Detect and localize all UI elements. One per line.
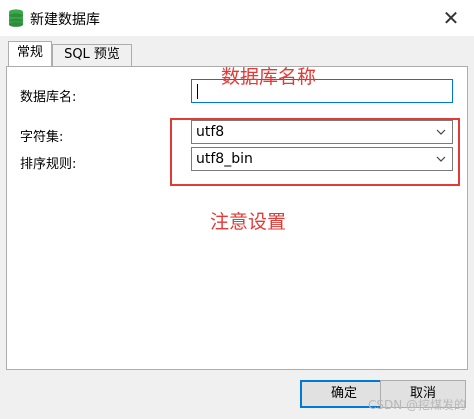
highlight-box (170, 118, 460, 186)
title-bar: 新建数据库 ✕ (0, 0, 474, 36)
collation-label: 排序规则: (20, 157, 77, 172)
charset-label: 字符集: (20, 130, 64, 145)
annotation-settings: 注意设置 (210, 211, 287, 233)
window-title: 新建数据库 (30, 12, 100, 28)
watermark: CSDN @挖煤发的 (367, 398, 466, 412)
annotation-db-name: 数据库名称 (221, 66, 317, 88)
tab-general[interactable]: 常规 (8, 41, 52, 66)
text-caret (197, 84, 198, 99)
close-button[interactable]: ✕ (428, 0, 474, 36)
close-icon: ✕ (442, 6, 460, 30)
db-name-label: 数据库名: (20, 90, 77, 105)
tab-sql-preview[interactable]: SQL 预览 (52, 44, 132, 66)
database-icon (8, 9, 24, 31)
